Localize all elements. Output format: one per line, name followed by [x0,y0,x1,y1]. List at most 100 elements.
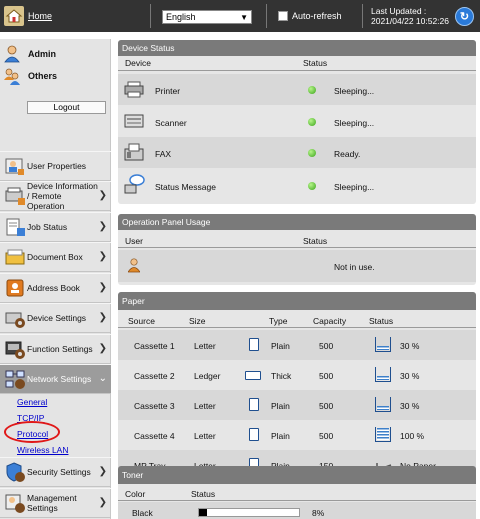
status-ok-icon [308,86,316,94]
others-users-icon [4,68,20,85]
auto-refresh-toggle[interactable]: Auto-refresh [278,11,342,21]
printer-icon [124,81,144,98]
nav-label: Security Settings [27,467,91,477]
refresh-icon: ↻ [459,11,470,23]
chevron-down-icon: ▼ [240,13,248,22]
status-message-icon [124,174,145,194]
sub-item-general[interactable]: General [17,397,47,407]
nav-function-settings[interactable]: Function Settings ❯ [0,334,111,364]
language-select[interactable]: English ▼ [162,10,252,24]
col-device: Device [125,58,151,68]
device-row: Scanner Sleeping... [118,105,476,137]
address-book-icon [6,279,24,297]
function-settings-icon [5,341,25,359]
operation-panel-usage-panel: Operation Panel Usage User Status Not in… [118,214,476,285]
device-row: Printer Sleeping... [118,74,476,105]
col-status: Status [191,489,216,499]
device-status: Sleeping... [334,118,375,128]
paper-orientation-icon [249,428,259,441]
paper-source: Cassette 4 [134,431,175,441]
scanner-icon [124,114,144,128]
paper-level-icon [375,427,391,442]
header-line [118,327,476,328]
paper-type: Plain [271,401,290,411]
nav-label: Function Settings [27,344,93,354]
auto-refresh-checkbox[interactable] [278,11,288,21]
paper-orientation-icon [249,338,259,351]
admin-user-icon [4,45,20,63]
top-bar: Home English ▼ Auto-refresh Last Updated… [0,0,480,32]
paper-row: Cassette 4 Letter Plain 500 100 % [118,420,476,450]
col-source: Source [128,316,155,326]
chevron-right-icon: ❯ [98,221,107,232]
nav-device-information[interactable]: Device Information / Remote Operation ❯ [0,181,111,211]
header-line [118,247,476,248]
chevron-right-icon: ❯ [98,466,107,477]
paper-size: Ledger [194,371,221,381]
toner-level-bar [198,508,300,517]
nav-label: Address Book [27,283,80,293]
panel-title: Paper [118,292,476,310]
paper-row: Cassette 3 Letter Plain 500 30 % [118,390,476,420]
chevron-right-icon: ❯ [98,497,107,508]
paper-type: Plain [271,431,290,441]
col-type: Type [269,316,288,326]
col-status: Status [369,316,394,326]
chevron-down-icon: ⌄ [98,373,107,384]
device-settings-icon [5,312,25,328]
nav-document-box[interactable]: Document Box ❯ [0,242,111,272]
nav-label: Device Settings [27,313,87,323]
device-status: Ready. [334,149,361,159]
toner-row: Black 8% [118,502,476,519]
nav-network-settings[interactable]: Network Settings ⌄ [0,364,111,394]
operation-panel-row: Not in use. [118,250,476,282]
nav-management-settings[interactable]: Management Settings ❯ [0,488,111,518]
nav-job-status[interactable]: Job Status ❯ [0,212,111,242]
header-line [118,70,476,71]
logout-button[interactable]: Logout [27,101,106,114]
security-settings-icon [6,462,25,482]
paper-level-fill [377,406,389,410]
status-ok-icon [308,182,316,190]
paper-status: 30 % [400,401,420,411]
fax-icon [124,143,144,161]
nav-label: Document Box [27,252,83,262]
paper-type: Thick [271,371,292,381]
management-settings-icon [5,494,25,513]
divider [362,4,363,28]
status-ok-icon [308,118,316,126]
nav-label: Network Settings [27,374,92,384]
divider [266,4,267,28]
nav-user-properties[interactable]: User Properties [0,151,111,181]
paper-size: Letter [194,401,216,411]
header-line [118,500,476,501]
sub-item-wireless-lan[interactable]: Wireless LAN [17,445,68,455]
paper-level-fill [377,346,389,350]
nav-address-book[interactable]: Address Book ❯ [0,273,111,303]
user-icon [128,258,140,273]
home-link[interactable]: Home [28,11,52,21]
protocol-highlight-ring [4,421,60,443]
paper-source: Cassette 1 [134,341,175,351]
home-icon[interactable] [4,6,24,26]
toner-panel: Toner Color Status Black 8% [118,466,476,519]
last-updated-label: Last Updated : [371,6,427,16]
toner-color: Black [132,508,153,518]
paper-row: Cassette 2 Ledger Thick 500 30 % [118,360,476,390]
device-name: Printer [155,86,181,96]
paper-type: Plain [271,341,290,351]
last-updated: Last Updated : 2021/04/22 10:52:26 [371,6,449,26]
nav-device-settings[interactable]: Device Settings ❯ [0,303,111,333]
panel-title: Device Status [118,40,476,56]
nav-security-settings[interactable]: Security Settings ❯ [0,457,111,487]
language-select-value: English [166,12,196,22]
paper-level-icon [375,397,391,412]
paper-orientation-icon [249,398,259,411]
device-name: FAX [155,149,172,159]
paper-status: 30 % [400,371,420,381]
last-updated-value: 2021/04/22 10:52:26 [371,16,449,26]
paper-source: Cassette 3 [134,401,175,411]
nav-label: Device Information / Remote Operation [27,181,98,211]
paper-level-icon [375,337,391,352]
refresh-button[interactable]: ↻ [455,7,474,26]
